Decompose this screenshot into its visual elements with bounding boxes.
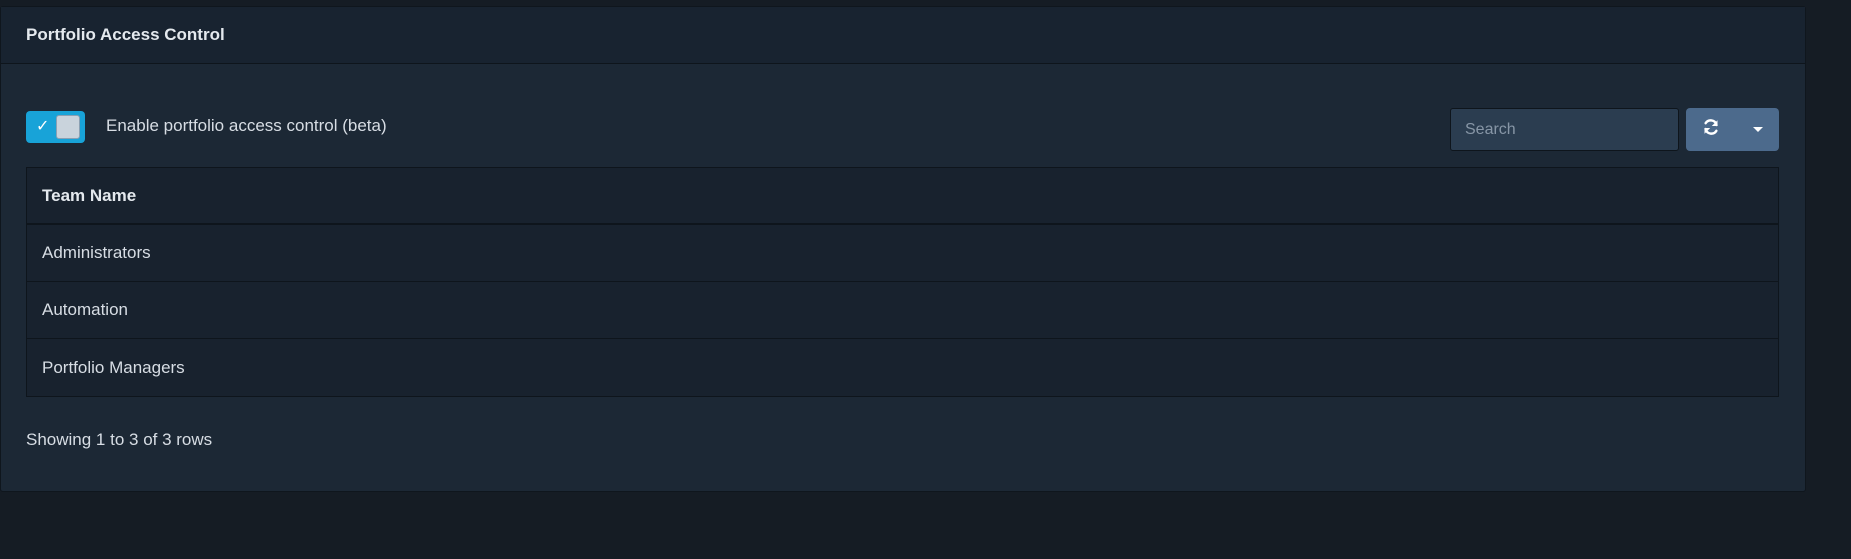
table-header: Team Name: [27, 168, 1778, 225]
toggle-label: Enable portfolio access control (beta): [106, 116, 387, 135]
refresh-icon: [1702, 118, 1720, 141]
panel-title: Portfolio Access Control: [26, 25, 225, 44]
refresh-button[interactable]: [1686, 108, 1736, 151]
table-row[interactable]: Automation: [27, 282, 1778, 339]
team-name-cell: Administrators: [42, 243, 151, 262]
team-name-cell: Automation: [42, 300, 128, 319]
team-name-cell: Portfolio Managers: [42, 357, 185, 377]
table-actions: [1686, 108, 1779, 151]
portfolio-access-panel: Portfolio Access Control ✓ Enable portfo…: [0, 6, 1806, 492]
search-input[interactable]: [1450, 108, 1679, 151]
table-row[interactable]: Administrators: [27, 225, 1778, 282]
table-row[interactable]: Portfolio Managers: [27, 339, 1778, 396]
pagination-info: Showing 1 to 3 of 3 rows: [26, 430, 213, 449]
panel-header: Portfolio Access Control: [1, 7, 1805, 64]
toggle-knob: [56, 115, 80, 139]
caret-down-icon: [1752, 127, 1763, 132]
check-icon: ✓: [36, 118, 50, 135]
column-header-team-name[interactable]: Team Name: [42, 186, 136, 206]
access-control-toggle[interactable]: ✓: [26, 111, 85, 143]
toolbar: ✓ Enable portfolio access control (beta): [26, 101, 1779, 151]
teams-table: Team Name Administrators Automation Port…: [26, 167, 1779, 397]
columns-dropdown-button[interactable]: [1736, 108, 1779, 151]
